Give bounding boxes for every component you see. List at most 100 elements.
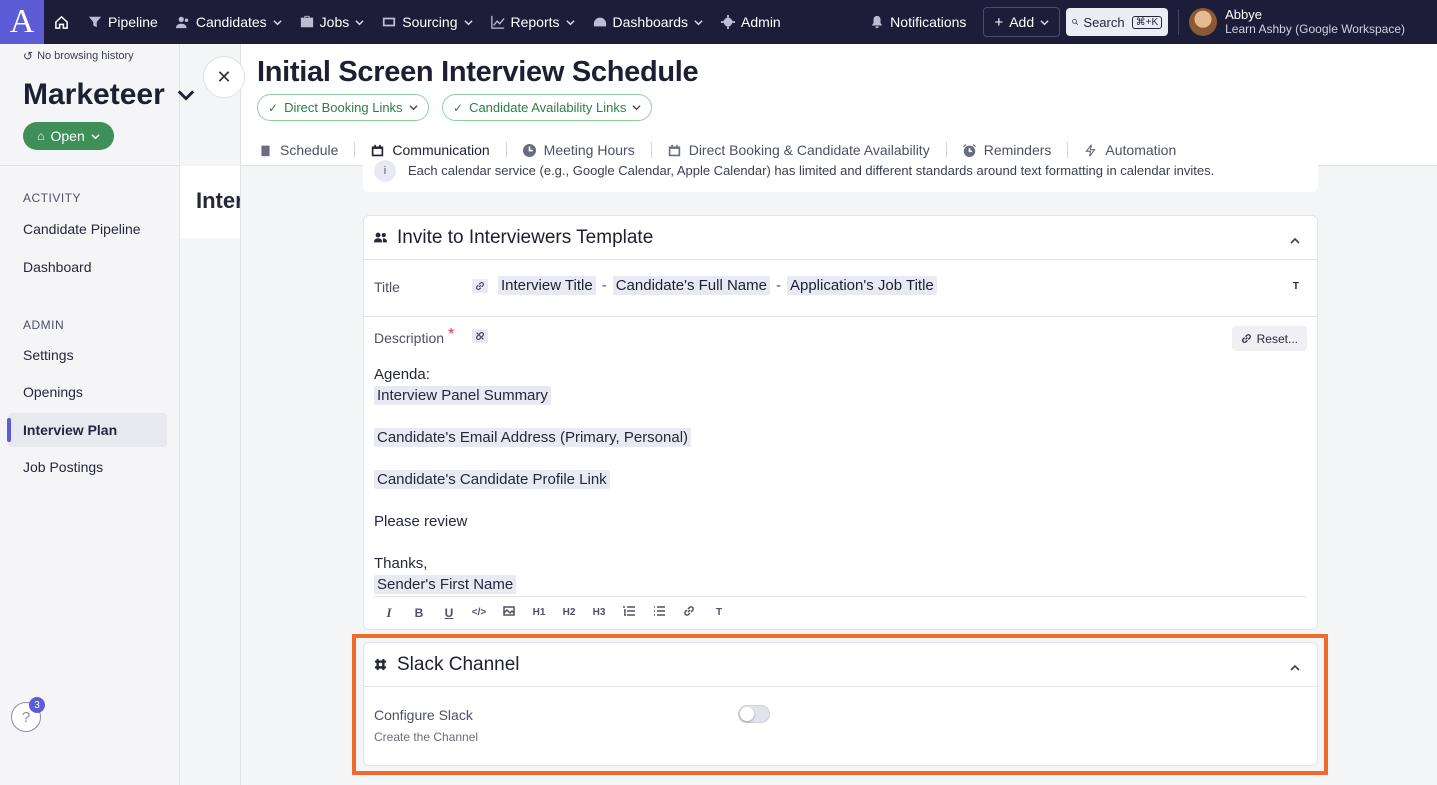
title-label: Title xyxy=(374,279,400,295)
avatar[interactable] xyxy=(1189,8,1218,36)
user-org: Learn Ashby (Google Workspace) xyxy=(1225,22,1405,36)
configure-slack-toggle[interactable] xyxy=(738,705,770,723)
collapse-button[interactable] xyxy=(1289,658,1301,671)
chevron-down-icon xyxy=(408,105,418,111)
nav-reports[interactable]: Reports xyxy=(482,0,584,44)
heading2-button[interactable]: H2 xyxy=(554,607,584,618)
underline-button[interactable]: U xyxy=(434,606,464,620)
link-button[interactable] xyxy=(674,605,704,620)
heading1-button[interactable]: H1 xyxy=(524,607,554,618)
nav-pipeline[interactable]: Pipeline xyxy=(79,0,167,44)
code-button[interactable]: </> xyxy=(464,607,494,618)
nav-admin[interactable]: Admin xyxy=(712,0,790,44)
sidebar-item-openings[interactable]: Openings xyxy=(8,375,167,409)
search-icon xyxy=(1072,19,1079,25)
tab-divider xyxy=(1067,142,1069,158)
bullet-list-button[interactable] xyxy=(644,605,674,620)
bold-button[interactable]: B xyxy=(404,606,434,620)
slack-icon xyxy=(374,658,387,671)
description-token[interactable]: Interview Panel Summary xyxy=(374,386,551,405)
collapse-button[interactable] xyxy=(1289,231,1301,244)
candidate-availability-links-dropdown[interactable]: ✓ Candidate Availability Links xyxy=(442,94,653,121)
plus-icon: + xyxy=(994,13,1004,31)
chevron-down-icon xyxy=(355,19,364,25)
slack-card-header[interactable]: Slack Channel xyxy=(364,643,1317,687)
token-chip[interactable]: Candidate's Full Name xyxy=(612,276,770,295)
top-navigation: A Pipeline Candidates Jobs Sourcing Repo… xyxy=(0,0,1437,44)
tab-label: Communication xyxy=(392,142,490,158)
schedule-drawer: Initial Screen Interview Schedule ✓ Dire… xyxy=(240,44,1437,785)
nav-sourcing-label: Sourcing xyxy=(402,14,458,30)
link-icon xyxy=(1241,334,1251,343)
tab-label: Automation xyxy=(1105,142,1177,158)
unlink-icon[interactable] xyxy=(472,329,488,343)
bullet-list-icon xyxy=(654,606,665,616)
nav-dashboards[interactable]: Dashboards xyxy=(584,0,713,44)
nav-jobs-label: Jobs xyxy=(319,14,350,30)
direct-booking-links-dropdown[interactable]: ✓ Direct Booking Links xyxy=(257,94,429,121)
description-token[interactable]: Candidate's Candidate Profile Link xyxy=(374,470,610,489)
status-dropdown[interactable]: ⌂ Open xyxy=(23,122,114,150)
calendar-icon xyxy=(668,144,680,156)
search-button[interactable]: Search ⌘+K xyxy=(1066,8,1169,36)
tab-schedule[interactable]: Schedule xyxy=(259,134,338,166)
sidebar-item-interview-plan[interactable]: Interview Plan xyxy=(7,413,167,447)
description-line: Thanks, xyxy=(374,555,428,572)
text-format-button[interactable]: T xyxy=(704,607,734,618)
invite-card-title: Invite to Interviewers Template xyxy=(397,226,654,248)
sourcing-icon xyxy=(383,17,396,27)
ashby-logo[interactable]: A xyxy=(0,0,44,44)
reset-button[interactable]: Reset... xyxy=(1231,326,1307,351)
nav-reports-label: Reports xyxy=(510,14,560,30)
ordered-list-button[interactable] xyxy=(614,605,644,620)
home-button[interactable] xyxy=(44,0,79,44)
user-menu[interactable]: Abbye Learn Ashby (Google Workspace) xyxy=(1225,7,1405,37)
nav-pipeline-label: Pipeline xyxy=(108,14,158,30)
sidebar-item-candidate-pipeline[interactable]: Candidate Pipeline xyxy=(8,212,167,246)
chevron-up-icon xyxy=(1290,664,1300,671)
description-token[interactable]: Candidate's Email Address (Primary, Pers… xyxy=(374,428,692,447)
sidebar-item-settings[interactable]: Settings xyxy=(8,338,167,372)
nav-dashboards-label: Dashboards xyxy=(612,14,689,30)
tab-divider xyxy=(945,142,947,158)
close-drawer-button[interactable]: ✕ xyxy=(203,56,245,98)
left-sidebar: ↺ No browsing history Marketeer ⌂ Open A… xyxy=(0,44,194,785)
add-button[interactable]: + Add xyxy=(983,7,1061,37)
chevron-down-icon xyxy=(463,19,473,25)
chevron-down-icon xyxy=(1040,19,1049,25)
chart-icon xyxy=(490,15,505,29)
tab-label: Reminders xyxy=(983,142,1052,158)
token-separator: - xyxy=(775,277,781,294)
search-shortcut: ⌘+K xyxy=(1131,15,1163,29)
reset-label: Reset... xyxy=(1256,331,1298,346)
token-chip[interactable]: Interview Title xyxy=(498,276,596,295)
background-page-title: Inter xyxy=(196,188,244,213)
heading3-button[interactable]: H3 xyxy=(584,607,614,618)
bolt-icon xyxy=(1085,143,1097,157)
nav-jobs[interactable]: Jobs xyxy=(291,0,374,44)
help-badge: 3 xyxy=(29,697,45,713)
slack-channel-card: Slack Channel Configure Slack Create the… xyxy=(363,642,1318,766)
org-switcher[interactable]: Marketeer xyxy=(23,78,195,112)
token-chip[interactable]: Application's Job Title xyxy=(786,276,937,295)
section-admin: ADMIN xyxy=(23,318,65,332)
sidebar-divider xyxy=(0,165,180,166)
description-token[interactable]: Sender's First Name xyxy=(374,575,517,594)
browsing-history[interactable]: ↺ No browsing history xyxy=(23,49,134,63)
check-icon: ✓ xyxy=(453,100,464,115)
add-label: Add xyxy=(1009,14,1035,30)
sidebar-item-dashboard[interactable]: Dashboard xyxy=(8,250,167,284)
nav-candidates[interactable]: Candidates xyxy=(167,0,291,44)
description-line: Please review xyxy=(374,513,468,530)
notifications-button[interactable]: Notifications xyxy=(861,0,975,44)
text-format-button[interactable]: T xyxy=(1293,281,1299,292)
italic-button[interactable]: I xyxy=(374,605,404,621)
invite-card-header[interactable]: Invite to Interviewers Template xyxy=(364,216,1317,260)
chevron-down-icon xyxy=(91,133,100,139)
editor-toolbar: I B U </> H1 H2 H3 T xyxy=(374,596,1307,628)
alarm-icon xyxy=(962,143,976,157)
title-input[interactable]: Interview Title - Candidate's Full Name … xyxy=(472,276,937,295)
nav-sourcing[interactable]: Sourcing xyxy=(373,0,481,44)
image-button[interactable] xyxy=(494,605,524,620)
sidebar-item-job-postings[interactable]: Job Postings xyxy=(8,450,167,484)
